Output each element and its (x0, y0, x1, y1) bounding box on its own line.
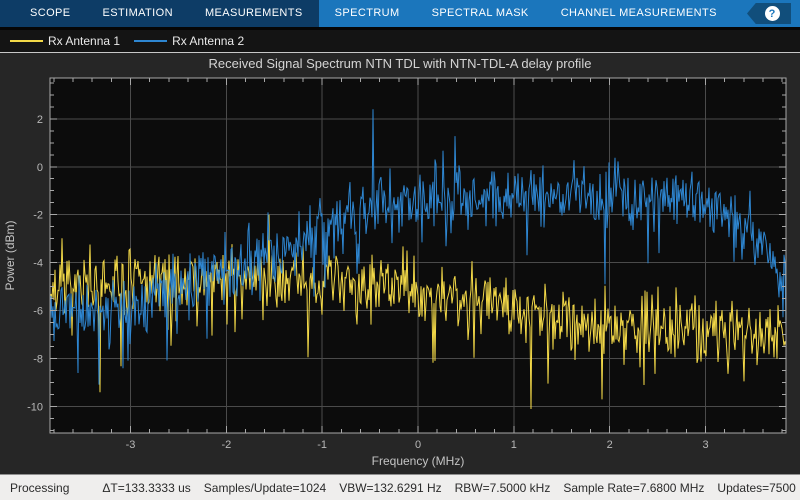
svg-text:2: 2 (37, 114, 43, 126)
svg-text:-2: -2 (33, 210, 43, 222)
svg-text:3: 3 (702, 439, 708, 451)
status-rbw: RBW=7.5000 kHz (454, 480, 551, 495)
status-sample-rate: Sample Rate=7.6800 MHz (563, 480, 705, 495)
status-delta-t: ΔT=133.3333 us (102, 480, 191, 495)
svg-text:-8: -8 (33, 354, 43, 366)
svg-text:-6: -6 (33, 306, 43, 318)
svg-text:0: 0 (415, 439, 421, 451)
tab-spectral-mask[interactable]: SPECTRAL MASK (416, 0, 545, 27)
legend-line-icon (10, 40, 43, 42)
tab-channel-measurements[interactable]: CHANNEL MEASUREMENTS (545, 0, 733, 27)
spectrum-plot[interactable]: -3 -2 -1 0 1 2 320-2-4-6-8-10Frequency (MHz)Po… (0, 53, 800, 474)
svg-text:-3: -3 (126, 439, 136, 451)
status-vbw: VBW=132.6291 Hz (339, 480, 442, 495)
status-state: Processing (10, 480, 70, 495)
svg-text:1: 1 (511, 439, 517, 451)
legend-item-rx-antenna-1[interactable]: Rx Antenna 1 (10, 34, 120, 48)
svg-text:-10: -10 (27, 402, 43, 414)
scope-body: Received Signal Spectrum NTN TDL with NT… (0, 53, 800, 474)
legend-item-rx-antenna-2[interactable]: Rx Antenna 2 (134, 34, 244, 48)
help-icon: ? (764, 6, 780, 21)
tab-estimation[interactable]: ESTIMATION (87, 0, 189, 27)
x-axis-label: Frequency (MHz) (372, 454, 465, 468)
svg-text:-2: -2 (221, 439, 231, 451)
tab-measurements[interactable]: MEASUREMENTS (189, 0, 319, 27)
tabbar-standard: SCOPE ESTIMATION MEASUREMENTS (0, 0, 319, 27)
legend-label: Rx Antenna 2 (172, 34, 245, 48)
legend: Rx Antenna 1 Rx Antenna 2 (0, 30, 800, 52)
legend-line-icon (134, 40, 168, 42)
spectrum-analyzer-window: SCOPE ESTIMATION MEASUREMENTS SPECTRUM S… (0, 0, 800, 500)
help-button[interactable]: ? (747, 3, 791, 24)
tabbar-highlight-group: SPECTRUM SPECTRAL MASK CHANNEL MEASUREME… (318, 0, 800, 27)
y-axis-label: Power (dBm) (3, 220, 17, 290)
legend-label: Rx Antenna 1 (48, 34, 121, 48)
status-updates: Updates=7500 (717, 480, 796, 495)
svg-text:2: 2 (607, 439, 613, 451)
toolbar: SCOPE ESTIMATION MEASUREMENTS SPECTRUM S… (0, 0, 800, 27)
status-bar: Processing ΔT=133.3333 us Samples/Update… (0, 474, 800, 500)
svg-text:-4: -4 (33, 258, 43, 270)
svg-text:-1: -1 (317, 439, 327, 451)
svg-text:0: 0 (37, 162, 43, 174)
status-samples-per-update: Samples/Update=1024 (203, 480, 327, 495)
tab-scope[interactable]: SCOPE (14, 0, 87, 27)
tab-spectrum[interactable]: SPECTRUM (319, 0, 416, 27)
